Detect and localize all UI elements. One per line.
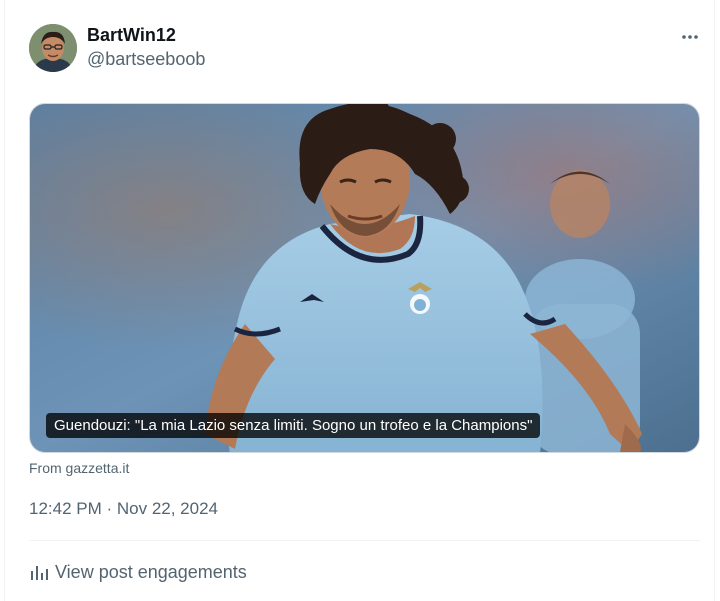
author-handle[interactable]: @bartseeboob	[87, 49, 205, 70]
analytics-icon	[31, 566, 48, 580]
divider	[29, 540, 700, 541]
post-timestamp[interactable]: 12:42 PM · Nov 22, 2024	[29, 499, 218, 519]
author-display-name[interactable]: BartWin12	[87, 25, 176, 46]
avatar-photo-icon	[29, 24, 77, 72]
avatar[interactable]	[29, 24, 77, 72]
post-card: BartWin12 @bartseeboob Guendouzi: "La mi…	[4, 0, 715, 601]
link-card-image[interactable]: Guendouzi: "La mia Lazio senza limiti. S…	[29, 103, 700, 453]
view-engagements-label: View post engagements	[55, 561, 247, 582]
more-options-button[interactable]	[677, 24, 703, 50]
more-horizontal-icon	[682, 35, 698, 39]
view-engagements-button[interactable]: View post engagements	[29, 561, 247, 583]
link-source[interactable]: From gazzetta.it	[29, 460, 129, 476]
football-player-photo	[30, 104, 699, 452]
link-card-caption: Guendouzi: "La mia Lazio senza limiti. S…	[46, 413, 541, 438]
